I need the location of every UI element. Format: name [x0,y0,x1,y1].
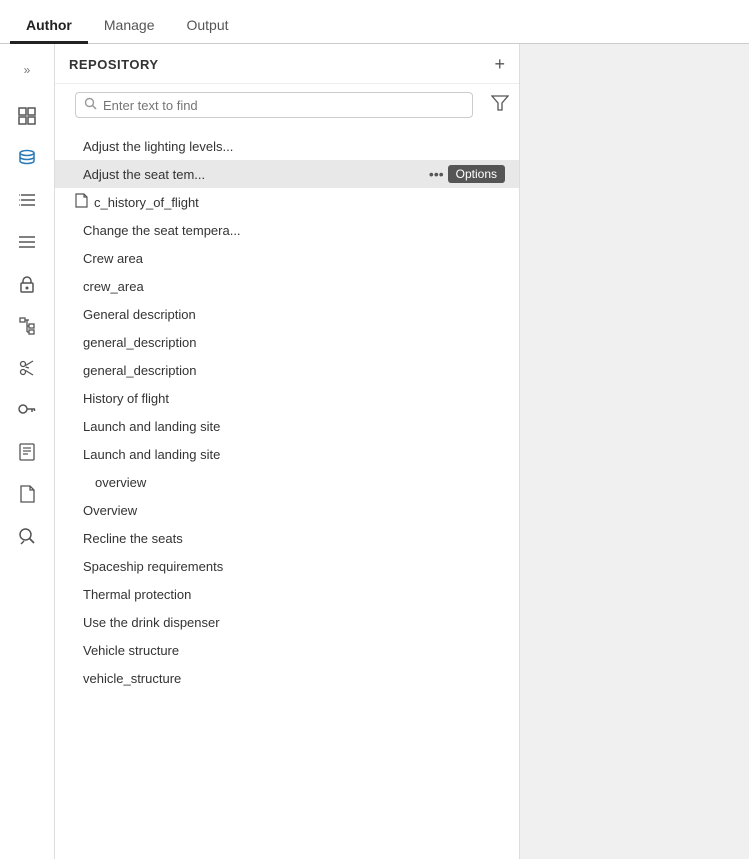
expand-icon[interactable]: » [9,52,45,88]
list-item[interactable]: Launch and landing site [55,440,519,468]
item-text: vehicle_structure [83,671,181,686]
item-text: c_history_of_flight [94,195,199,210]
list-item[interactable]: Overview [55,496,519,524]
item-text: Adjust the lighting levels... [83,139,233,154]
list-item[interactable]: Crew area [55,244,519,272]
grid-icon[interactable] [9,98,45,134]
item-text: general_description [83,363,196,378]
list-item[interactable]: Use the drink dispenser [55,608,519,636]
list-icon[interactable] [9,182,45,218]
filter-button[interactable] [491,95,509,116]
options-tooltip: Options [448,165,505,183]
item-text: Spaceship requirements [83,559,223,574]
file-icon [75,193,88,211]
item-text: Use the drink dispenser [83,615,220,630]
item-text: Change the seat tempera... [83,223,241,238]
list-item[interactable]: Adjust the lighting levels... [55,132,519,160]
icon-sidebar: » [0,44,55,859]
list-item[interactable]: general_description [55,328,519,356]
list-item[interactable]: general_description [55,356,519,384]
more-button[interactable]: ••• [429,166,444,182]
item-text: Thermal protection [83,587,191,602]
item-text: crew_area [83,279,144,294]
repo-add-button[interactable]: + [494,54,505,75]
item-text: Launch and landing site [83,419,220,434]
repository-list: Adjust the lighting levels... Adjust the… [55,130,519,859]
tab-output[interactable]: Output [170,9,244,44]
item-text: general_description [83,335,196,350]
list-item[interactable]: Thermal protection [55,580,519,608]
lock-icon[interactable] [9,266,45,302]
repository-panel: REPOSITORY + Adjust the lighting levels.… [55,44,520,859]
key-icon[interactable] [9,392,45,428]
item-text: Overview [83,503,137,518]
search-bar [75,92,473,118]
list-item[interactable]: Vehicle structure [55,636,519,664]
item-text: Launch and landing site [83,447,220,462]
list-item[interactable]: crew_area [55,272,519,300]
list-item[interactable]: vehicle_structure [55,664,519,692]
item-text: Recline the seats [83,531,183,546]
content-icon[interactable] [9,434,45,470]
scissors-icon[interactable] [9,350,45,386]
list-item[interactable]: Launch and landing site [55,412,519,440]
search-row [55,84,519,126]
tab-manage[interactable]: Manage [88,9,171,44]
tab-author[interactable]: Author [10,9,88,44]
item-text: History of flight [83,391,169,406]
item-text: Adjust the seat tem... [83,167,205,182]
search-input[interactable] [103,98,464,113]
search2-icon[interactable] [9,518,45,554]
main-layout: » [0,44,749,859]
list-item[interactable]: Recline the seats [55,524,519,552]
list2-icon[interactable] [9,224,45,260]
top-tab-bar: Author Manage Output [0,0,749,44]
list-item[interactable]: General description [55,300,519,328]
list-item[interactable]: Adjust the seat tem... ••• Options [55,160,519,188]
repo-title: REPOSITORY [69,57,159,72]
right-panel [520,44,749,859]
list-item[interactable]: c_history_of_flight [55,188,519,216]
list-item[interactable]: overview [55,468,519,496]
repo-header: REPOSITORY + [55,44,519,84]
document-icon[interactable] [9,476,45,512]
hierarchy-icon[interactable] [9,308,45,344]
item-text: Crew area [83,251,143,266]
item-text: Vehicle structure [83,643,179,658]
list-item[interactable]: History of flight [55,384,519,412]
search-icon [84,97,97,113]
list-item[interactable]: Spaceship requirements [55,552,519,580]
item-text: overview [95,475,146,490]
list-item[interactable]: Change the seat tempera... [55,216,519,244]
database-icon[interactable] [9,140,45,176]
item-text: General description [83,307,196,322]
